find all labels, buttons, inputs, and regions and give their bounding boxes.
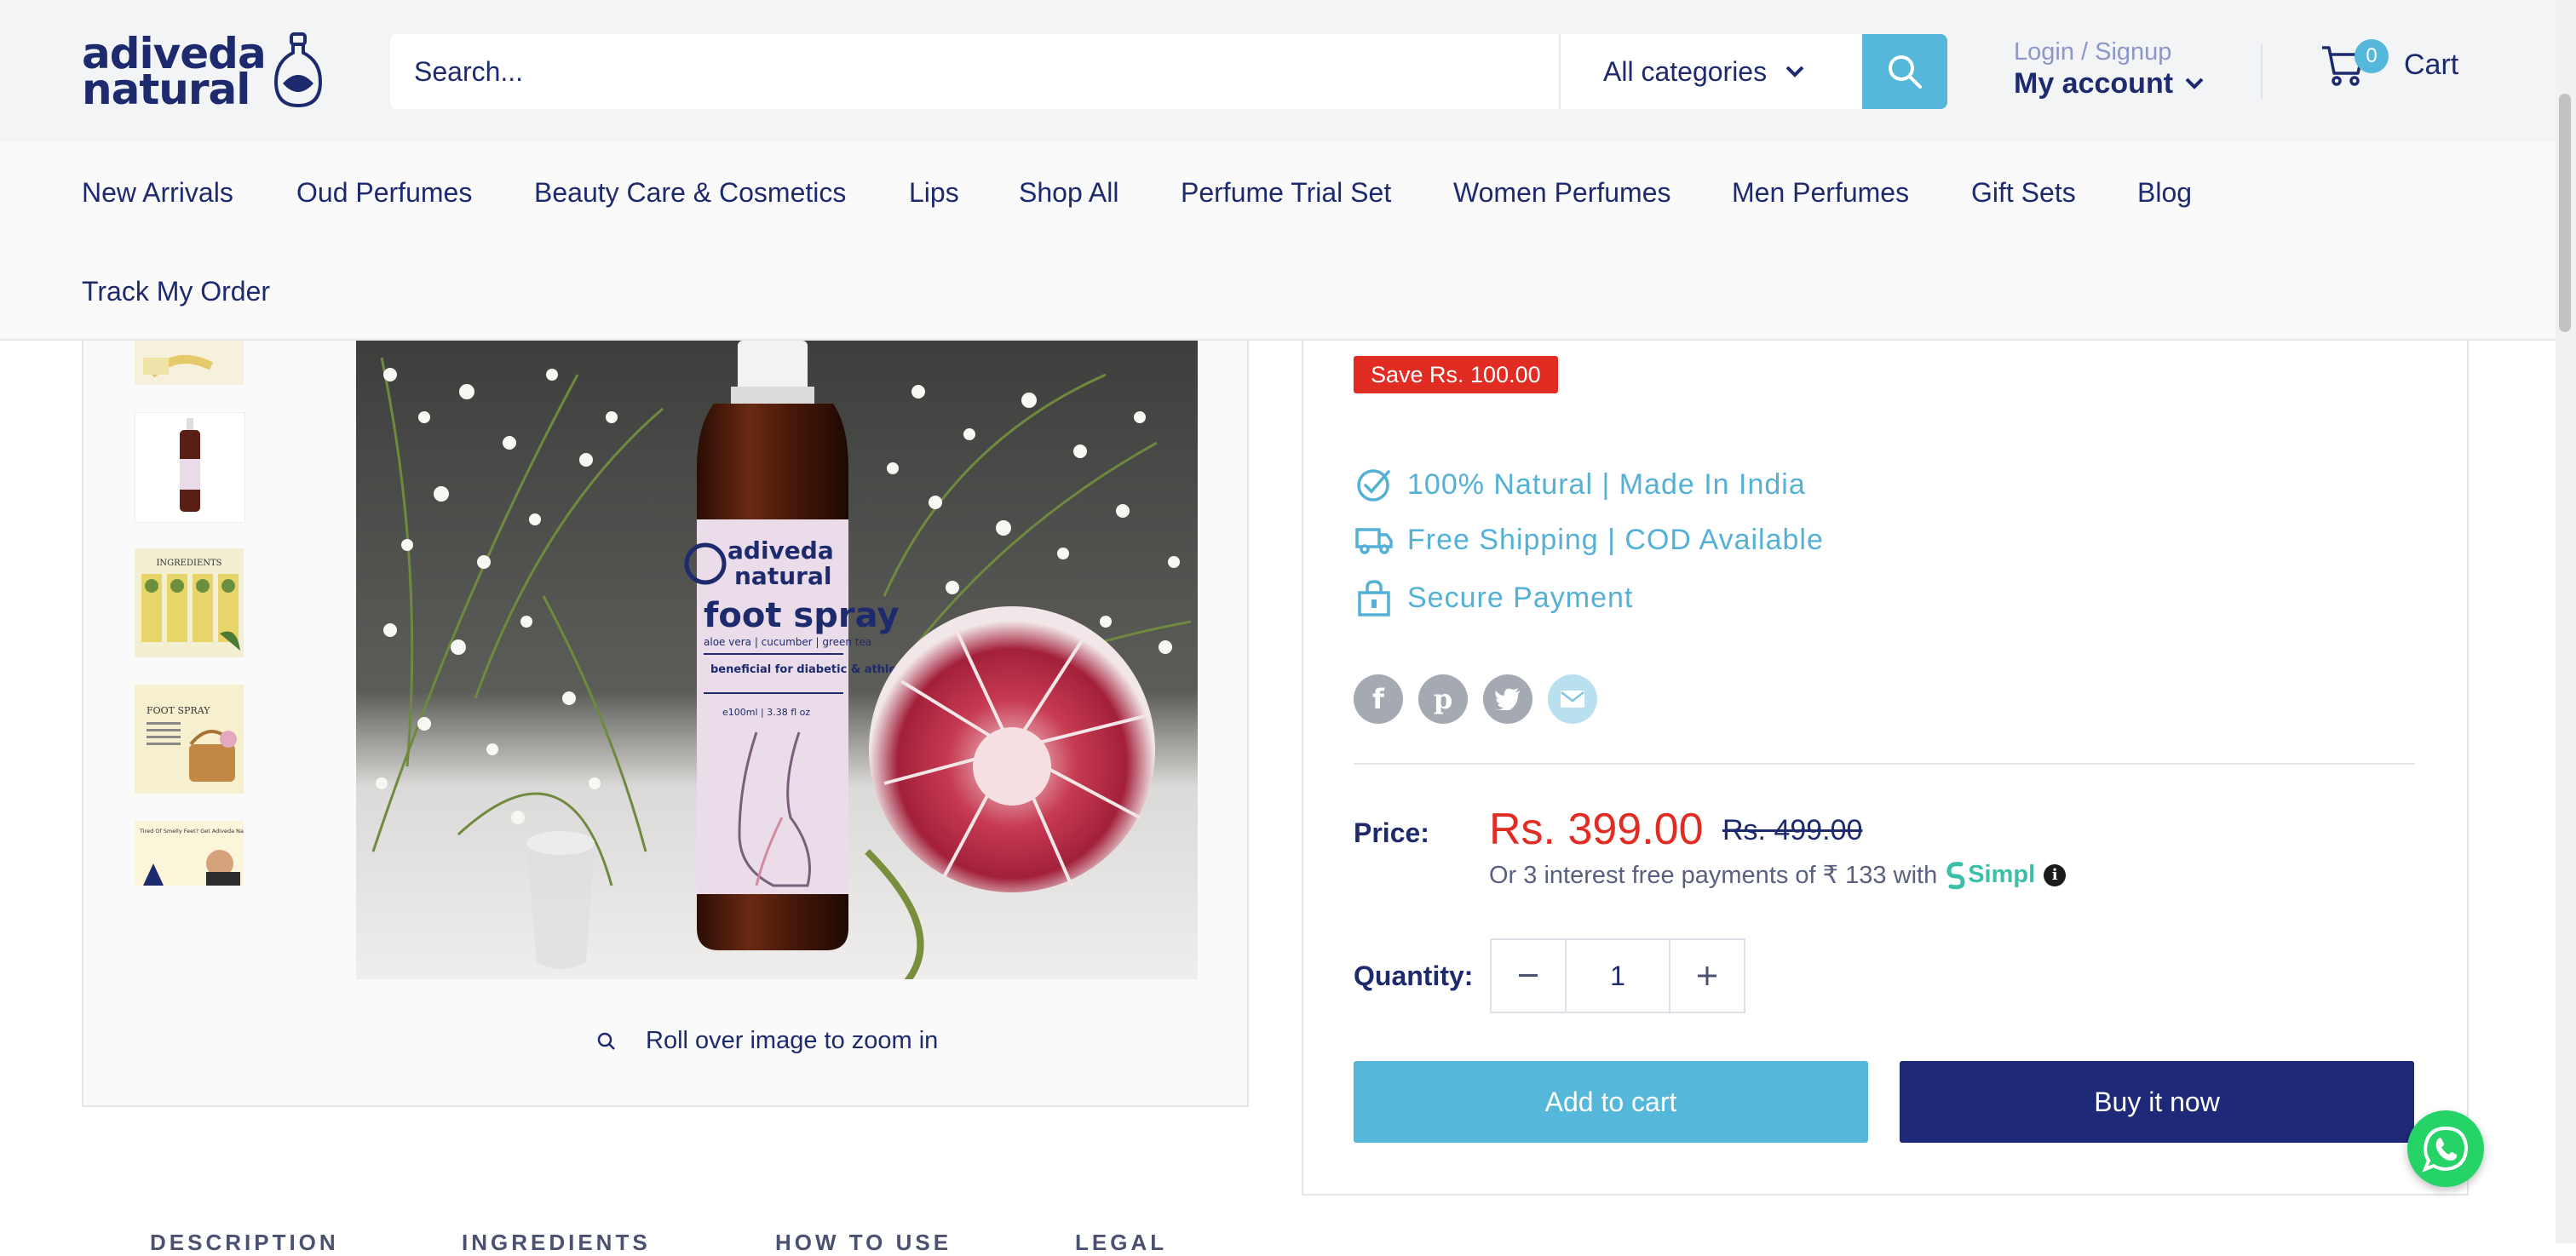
label-product-name: foot spray xyxy=(704,596,899,635)
quantity-label: Quantity: xyxy=(1354,961,1474,991)
site-header: adiveda natural All categories Login / S… xyxy=(0,0,2556,141)
label-brand-line2: natural xyxy=(734,562,831,590)
feature-secure-payment-text: Secure Payment xyxy=(1407,581,1634,614)
plus-icon xyxy=(1698,966,1716,985)
share-facebook-button[interactable]: f xyxy=(1354,674,1403,724)
price-label: Price: xyxy=(1354,817,1429,848)
info-icon[interactable]: i xyxy=(2044,863,2067,886)
feature-shipping: Free Shipping | COD Available xyxy=(1354,523,1824,557)
chevron-down-icon xyxy=(1785,66,1804,77)
feature-natural-text: 100% Natural | Made In India xyxy=(1407,467,1806,501)
brand-bottle-icon xyxy=(273,32,323,108)
category-select-label: All categories xyxy=(1603,55,1768,87)
label-brand-line1: adiveda xyxy=(727,536,834,565)
facebook-icon: f xyxy=(1372,683,1384,715)
chevron-down-icon xyxy=(2185,77,2204,89)
lock-bag-icon xyxy=(1358,580,1390,617)
quantity-increase-button[interactable] xyxy=(1670,940,1744,1012)
cart-label: Cart xyxy=(2404,48,2459,81)
pinterest-icon: p xyxy=(1433,683,1453,715)
feature-secure-payment: Secure Payment xyxy=(1354,579,1633,617)
share-pinterest-button[interactable]: p xyxy=(1418,674,1468,724)
zoom-hint: Roll over image to zoom in xyxy=(596,1027,938,1055)
login-signup-link[interactable]: Login / Signup xyxy=(2014,37,2204,66)
nav-item-track-my-order[interactable]: Track My Order xyxy=(82,276,270,307)
current-price: Rs. 399.00 xyxy=(1489,805,1704,854)
nav-item-perfume-trial-set[interactable]: Perfume Trial Set xyxy=(1181,177,1391,209)
simpl-brand-text: Simpl xyxy=(1968,861,2036,888)
nav-item-shop-all[interactable]: Shop All xyxy=(1019,177,1118,209)
twitter-icon xyxy=(1495,688,1520,710)
label-ingredients: aloe vera | cucumber | green tea xyxy=(704,636,871,648)
search-button[interactable] xyxy=(1862,34,1947,109)
add-to-cart-button[interactable]: Add to cart xyxy=(1354,1061,1868,1143)
header-divider xyxy=(2261,44,2263,99)
share-twitter-button[interactable] xyxy=(1483,674,1532,724)
search-bar: All categories xyxy=(390,34,1947,109)
search-input[interactable] xyxy=(390,34,1557,109)
category-select[interactable]: All categories xyxy=(1561,34,1862,109)
emi-offer: Or 3 interest free payments of ₹ 133 wit… xyxy=(1489,860,2067,890)
email-icon xyxy=(1561,691,1584,708)
nav-item-blog[interactable]: Blog xyxy=(2137,177,2192,209)
gallery-thumbnail[interactable]: Tired Of Smelly Feet? Get Adiveda Natura… xyxy=(135,821,244,886)
nav-item-men-perfumes[interactable]: Men Perfumes xyxy=(1732,177,1909,209)
account-menu[interactable]: Login / Signup My account xyxy=(2014,37,2204,100)
nav-item-women-perfumes[interactable]: Women Perfumes xyxy=(1453,177,1671,209)
check-badge-icon xyxy=(1357,469,1390,502)
simpl-logo[interactable]: Simpl xyxy=(1944,861,2035,890)
brand-logo-line2: natural xyxy=(82,65,250,114)
zoom-hint-text: Roll over image to zoom in xyxy=(646,1027,939,1054)
zoom-icon xyxy=(597,1032,615,1050)
my-account-label: My account xyxy=(2014,67,2174,100)
truck-icon xyxy=(1355,528,1393,554)
emi-offer-text: Or 3 interest free payments of ₹ 133 wit… xyxy=(1489,862,1938,889)
gallery-thumbnail[interactable] xyxy=(135,341,244,385)
thumb-ingredients-title: INGREDIENTS xyxy=(156,559,221,568)
nav-item-lips[interactable]: Lips xyxy=(909,177,959,209)
minus-icon xyxy=(1519,974,1538,977)
main-navigation: New Arrivals Oud Perfumes Beauty Care & … xyxy=(0,141,2556,341)
nav-item-gift-sets[interactable]: Gift Sets xyxy=(1971,177,2076,209)
save-badge: Save Rs. 100.00 xyxy=(1354,356,1558,393)
whatsapp-icon xyxy=(2422,1126,2469,1173)
quantity-stepper: 1 xyxy=(1490,938,1745,1013)
cart-count-badge: 0 xyxy=(2355,39,2389,73)
my-account-dropdown[interactable]: My account xyxy=(2014,66,2204,100)
info-divider xyxy=(1354,763,2415,765)
nav-item-oud-perfumes[interactable]: Oud Perfumes xyxy=(296,177,472,209)
quantity-decrease-button[interactable] xyxy=(1492,940,1565,1012)
cart-button[interactable]: 0 Cart xyxy=(2319,39,2459,89)
simpl-icon xyxy=(1946,861,1965,889)
feature-shipping-text: Free Shipping | COD Available xyxy=(1407,523,1824,556)
quantity-input[interactable]: 1 xyxy=(1565,940,1670,1012)
label-volume: e100ml | 3.38 fl oz xyxy=(722,707,810,718)
page-scrollbar-thumb[interactable] xyxy=(2559,94,2571,332)
gallery-thumbnail[interactable]: FOOT SPRAY xyxy=(135,685,244,794)
thumb-foot-spray-title: FOOT SPRAY xyxy=(147,705,210,716)
buy-now-button[interactable]: Buy it now xyxy=(1900,1061,2414,1143)
brand-logo[interactable]: adiveda natural xyxy=(82,32,329,114)
gallery-thumbnail[interactable]: INGREDIENTS xyxy=(135,548,244,657)
compare-at-price: Rs. 499.00 xyxy=(1722,814,1863,846)
main-product-image[interactable]: adiveda natural foot spray aloe vera | c… xyxy=(356,341,1198,979)
whatsapp-chat-button[interactable] xyxy=(2407,1110,2484,1187)
gallery-thumbnail[interactable] xyxy=(135,412,245,523)
search-icon xyxy=(1889,55,1922,89)
thumb-last-text: Tired Of Smelly Feet? Get Adiveda Natura… xyxy=(139,828,244,834)
share-email-button[interactable] xyxy=(1548,674,1597,724)
nav-item-beauty-care[interactable]: Beauty Care & Cosmetics xyxy=(534,177,846,209)
feature-natural: 100% Natural | Made In India xyxy=(1354,465,1806,504)
nav-item-new-arrivals[interactable]: New Arrivals xyxy=(82,177,233,209)
